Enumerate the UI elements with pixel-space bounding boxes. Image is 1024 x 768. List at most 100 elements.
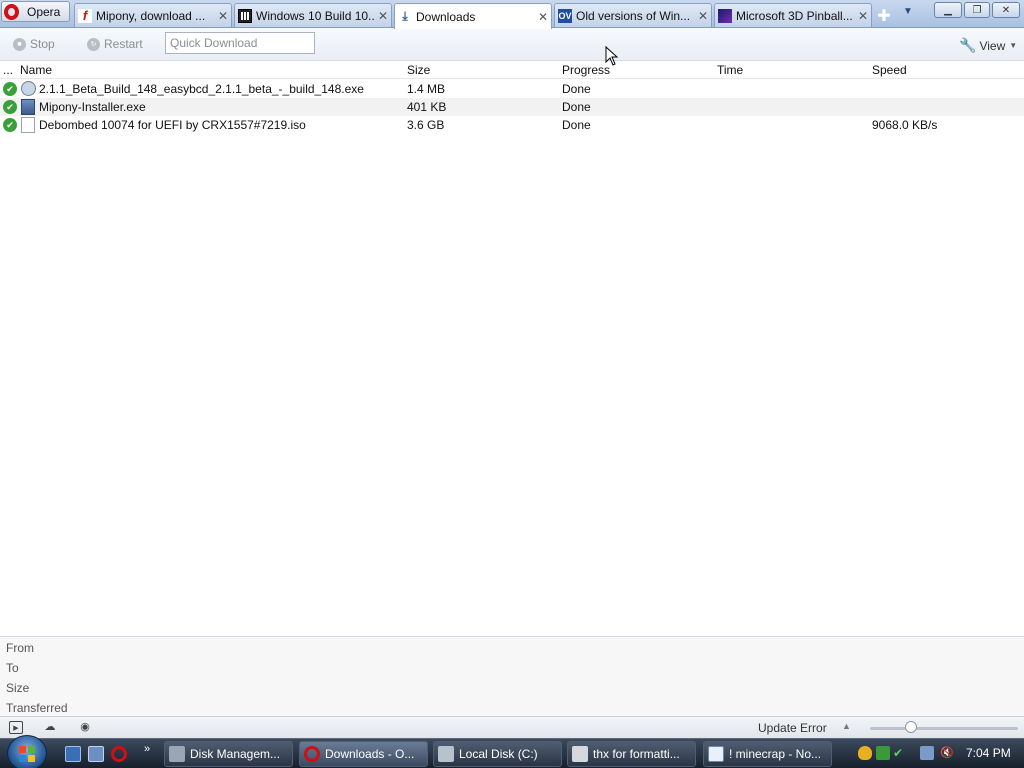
zoom-slider-handle[interactable] (905, 721, 917, 733)
taskbar-button-disk-management[interactable]: Disk Managem... (164, 741, 293, 767)
taskbar-button-local-disk[interactable]: Local Disk (C:) (433, 741, 562, 767)
archive-favicon-icon (238, 8, 252, 23)
installer-icon (21, 99, 35, 115)
panel-toggle-icon[interactable]: ▶ (9, 721, 23, 734)
show-desktop-icon[interactable] (65, 746, 81, 762)
minimize-icon: ▁ (944, 4, 952, 16)
quicklaunch-overflow-icon[interactable]: » (144, 743, 150, 755)
tab-label: Old versions of Win... (576, 8, 691, 23)
volume-muted-icon[interactable]: 🔇 (940, 746, 954, 760)
disk-management-icon (169, 746, 185, 762)
tab-old-versions[interactable]: OV Old versions of Win... ✕ (554, 3, 712, 27)
tab-list-chevron-down-icon[interactable]: ▼ (903, 6, 913, 17)
wrench-icon: 🔧 (959, 37, 977, 53)
minimize-button[interactable]: ▁ (934, 2, 962, 18)
column-progress[interactable]: Progress (562, 63, 610, 77)
details-transferred-label: Transferred (6, 701, 68, 715)
view-label: View (979, 38, 1006, 53)
download-name: Debombed 10074 for UEFI by CRX1557#7219.… (39, 118, 306, 132)
oldversion-favicon-icon: OV (558, 8, 572, 23)
download-details-pane: From To Size Transferred (0, 636, 1024, 716)
status-bar: ▶ ☁ ◉ Update Error ▲ (0, 716, 1024, 738)
opera-menu-label: Opera (27, 4, 61, 19)
switch-windows-icon[interactable] (88, 746, 104, 762)
tab-label: Windows 10 Build 10... (256, 8, 375, 23)
done-check-icon: ✔ (3, 100, 17, 114)
download-progress: Done (562, 82, 591, 96)
opera-quicklaunch-icon[interactable] (111, 746, 127, 762)
taskbar-button-opera[interactable]: Downloads - O... (299, 741, 428, 767)
chevron-up-icon[interactable]: ▲ (842, 721, 851, 731)
start-button[interactable] (7, 735, 47, 768)
cloud-icon[interactable]: ☁ (43, 721, 57, 734)
taskbar-clock[interactable]: 7:04 PM (966, 746, 1011, 760)
download-name: Mipony-Installer.exe (39, 100, 146, 114)
windows-taskbar: » Disk Managem... Downloads - O... Local… (0, 735, 1024, 768)
download-name: 2.1.1_Beta_Build_148_easybcd_2.1.1_beta_… (39, 82, 364, 96)
restart-button[interactable]: ↻ Restart (87, 37, 143, 51)
download-row[interactable]: ✔ 2.1.1_Beta_Build_148_easybcd_2.1.1_bet… (0, 80, 1024, 98)
download-progress: Done (562, 100, 591, 114)
close-window-button[interactable]: ✕ (992, 2, 1020, 18)
opera-menu-button[interactable]: Opera (1, 1, 70, 22)
stop-icon: ■ (13, 37, 26, 51)
tray-app-icon[interactable] (876, 746, 890, 760)
restore-icon: ❐ (972, 4, 982, 16)
download-size: 401 KB (407, 100, 447, 114)
column-time[interactable]: Time (717, 63, 743, 77)
notepad-icon (708, 746, 724, 762)
restore-button[interactable]: ❐ (964, 2, 990, 18)
tab-close-icon[interactable]: ✕ (855, 9, 871, 23)
tab-mipony[interactable]: f Mipony, download ... ✕ (74, 3, 232, 27)
done-check-icon: ✔ (3, 118, 17, 132)
tab-close-icon[interactable]: ✕ (535, 10, 551, 24)
tab-downloads[interactable]: ⤓ Downloads ✕ (394, 3, 552, 29)
download-progress: Done (562, 118, 591, 132)
download-speed: 9068.0 KB/s (872, 118, 938, 132)
new-tab-plus-icon[interactable]: ✚ (876, 6, 892, 26)
mipony-favicon-icon: f (78, 8, 92, 23)
column-menu-button[interactable]: ... (3, 63, 13, 77)
stop-label: Stop (30, 37, 55, 51)
window-icon (572, 746, 588, 762)
taskbar-button-label: Local Disk (C:) (459, 747, 538, 761)
download-size: 1.4 MB (407, 82, 446, 96)
column-size[interactable]: Size (407, 63, 430, 77)
details-size-label: Size (6, 681, 30, 695)
restart-icon: ↻ (87, 37, 100, 51)
tab-windows-10-build[interactable]: Windows 10 Build 10... ✕ (234, 3, 392, 27)
update-status-text[interactable]: Update Error (758, 721, 827, 735)
download-row[interactable]: ✔ Mipony-Installer.exe 401 KB Done (0, 98, 1024, 116)
drive-icon (438, 746, 454, 762)
chevron-down-icon: ▼ (1009, 41, 1018, 50)
download-row[interactable]: ✔ Debombed 10074 for UEFI by CRX1557#721… (0, 116, 1024, 134)
column-header: ... Name Size Progress Time Speed (0, 61, 1024, 79)
details-to-label: To (6, 661, 19, 675)
tab-close-icon[interactable]: ✕ (215, 9, 231, 23)
mouse-cursor-icon (605, 46, 619, 66)
security-shield-icon[interactable] (858, 746, 872, 760)
done-check-icon: ✔ (3, 82, 17, 96)
quick-download-input[interactable] (165, 32, 315, 54)
zoom-slider-track[interactable] (870, 727, 1018, 730)
tab-close-icon[interactable]: ✕ (695, 9, 711, 23)
restart-label: Restart (104, 37, 143, 51)
taskbar-button-label: Downloads - O... (325, 747, 415, 761)
view-button[interactable]: 🔧 View ▼ (959, 37, 1017, 54)
taskbar-button-thx-for-formatting[interactable]: thx for formatti... (567, 741, 696, 767)
tab-close-icon[interactable]: ✕ (375, 9, 391, 23)
column-name[interactable]: Name (20, 63, 52, 77)
download-size: 3.6 GB (407, 118, 445, 132)
stop-button[interactable]: ■ Stop (13, 37, 55, 51)
taskbar-button-notepad[interactable]: ! minecrap - No... (703, 741, 832, 767)
taskbar-button-label: ! minecrap - No... (729, 747, 822, 761)
column-speed[interactable]: Speed (872, 63, 907, 77)
close-icon: ✕ (1001, 4, 1011, 16)
details-from-label: From (6, 641, 34, 655)
opera-logo-icon (4, 3, 19, 20)
speed-dial-icon[interactable]: ◉ (78, 721, 92, 734)
check-tray-icon[interactable]: ✔ (893, 746, 907, 760)
tab-pinball[interactable]: Microsoft 3D Pinball... ✕ (714, 3, 872, 27)
network-icon[interactable] (920, 746, 934, 760)
tab-label: Mipony, download ... (96, 8, 206, 23)
